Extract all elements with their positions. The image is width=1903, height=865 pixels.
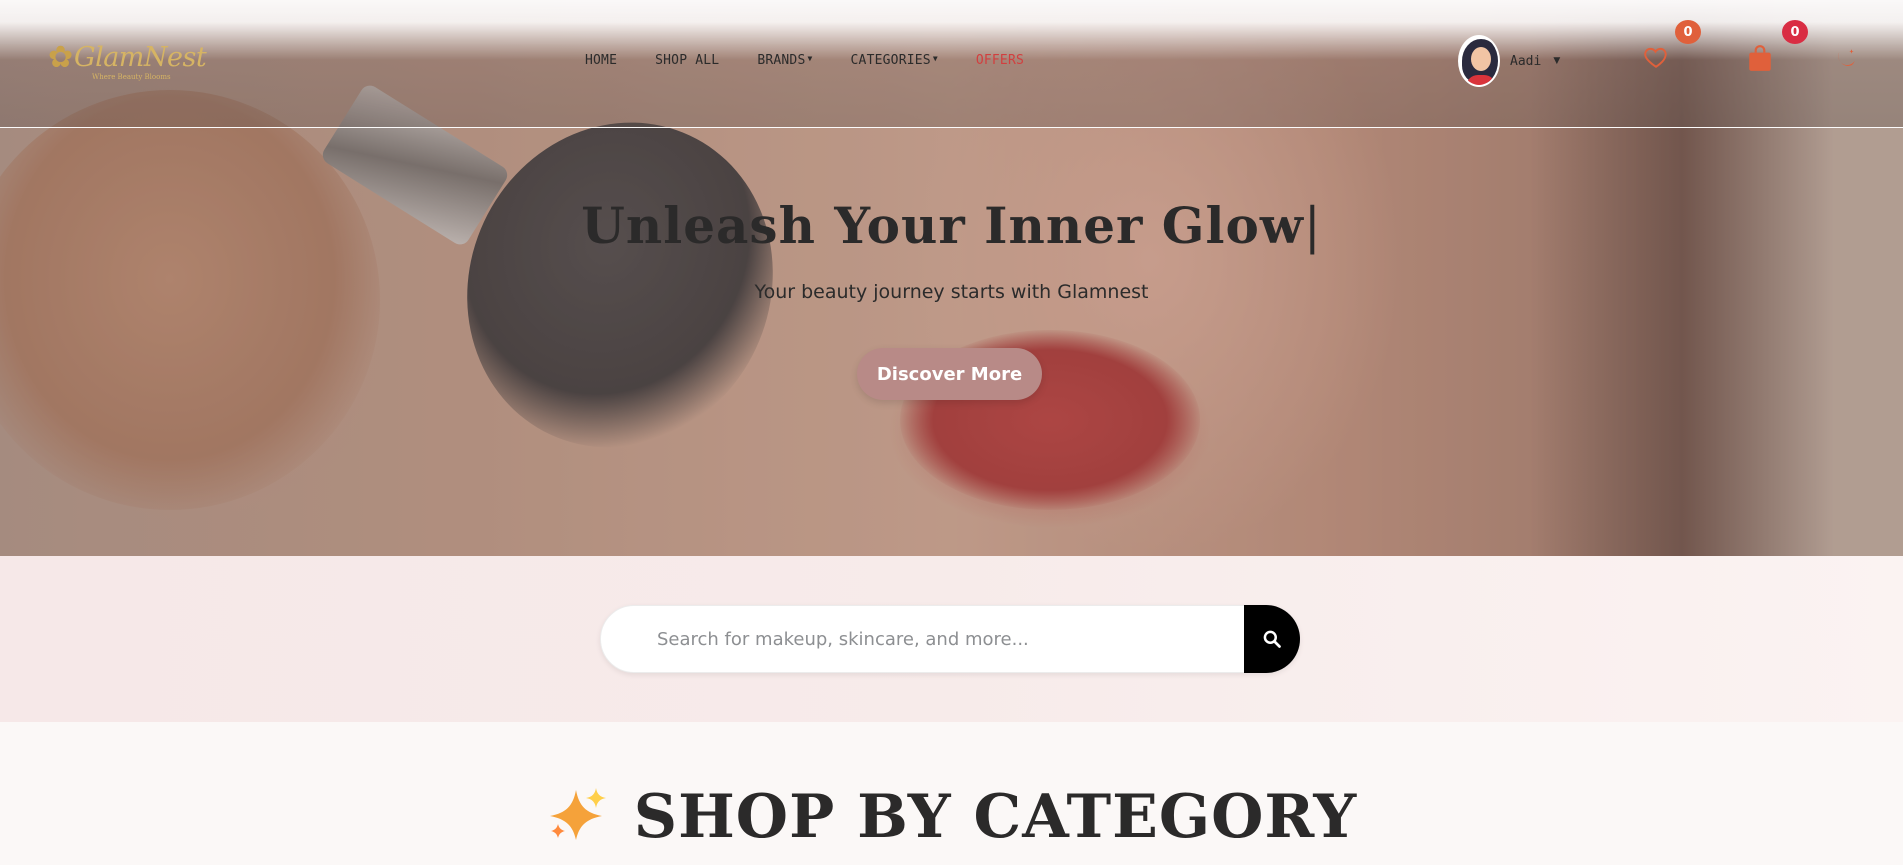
brand-tagline: Where Beauty Blooms bbox=[92, 73, 171, 81]
nav-categories-label: CATEGORIES bbox=[850, 53, 931, 68]
caret-down-icon[interactable]: ▼ bbox=[1553, 56, 1560, 66]
nav-brands[interactable]: BRANDS ▼ bbox=[757, 53, 812, 68]
hero-title-text: Unleash Your Inner Glow bbox=[581, 196, 1304, 255]
caret-down-icon: ▼ bbox=[932, 54, 938, 63]
nav-offers[interactable]: OFFERS bbox=[976, 53, 1024, 68]
category-section: SHOP BY CATEGORY bbox=[0, 722, 1903, 865]
heart-icon[interactable] bbox=[1643, 44, 1669, 70]
typing-cursor: | bbox=[1303, 197, 1322, 255]
brand-logo[interactable]: ✿ GlamNest Where Beauty Blooms bbox=[48, 40, 207, 86]
moon-icon[interactable] bbox=[1832, 46, 1858, 72]
category-heading: SHOP BY CATEGORY bbox=[0, 782, 1903, 857]
shopping-bag-icon[interactable] bbox=[1747, 44, 1773, 72]
search-section bbox=[0, 556, 1903, 722]
user-menu[interactable]: Aadi ▼ bbox=[1458, 35, 1560, 87]
discover-more-button[interactable]: Discover More bbox=[857, 348, 1042, 400]
wishlist-count-badge: 0 bbox=[1675, 20, 1701, 44]
brand-name: GlamNest bbox=[74, 42, 207, 73]
category-heading-text: SHOP BY CATEGORY bbox=[633, 782, 1358, 852]
nav-home-label: HOME bbox=[585, 53, 618, 68]
hero-title: Unleash Your Inner Glow| bbox=[0, 196, 1903, 255]
nav-categories[interactable]: CATEGORIES ▼ bbox=[851, 53, 938, 68]
search-icon bbox=[1263, 630, 1281, 648]
user-name: Aadi bbox=[1510, 53, 1542, 69]
avatar[interactable] bbox=[1458, 35, 1500, 87]
sparkles-icon bbox=[546, 786, 610, 857]
nav-home[interactable]: HOME bbox=[585, 53, 617, 68]
nav-shop-all-label: SHOP ALL bbox=[655, 53, 720, 68]
hero-subtitle: Your beauty journey starts with Glamnest bbox=[754, 281, 1149, 303]
nav-shop-all[interactable]: SHOP ALL bbox=[655, 53, 719, 68]
nav-brands-label: BRANDS bbox=[757, 53, 806, 68]
search-box bbox=[600, 605, 1300, 673]
navbar: ✿ GlamNest Where Beauty Blooms HOME SHOP… bbox=[0, 0, 1903, 128]
flower-icon: ✿ bbox=[48, 40, 74, 75]
nav-offers-label: OFFERS bbox=[975, 53, 1025, 68]
search-input[interactable] bbox=[657, 606, 1227, 672]
caret-down-icon: ▼ bbox=[807, 54, 813, 63]
cart-count-badge: 0 bbox=[1782, 20, 1808, 44]
nav-links: HOME SHOP ALL BRANDS ▼ CATEGORIES ▼ OFFERS bbox=[585, 53, 1062, 68]
